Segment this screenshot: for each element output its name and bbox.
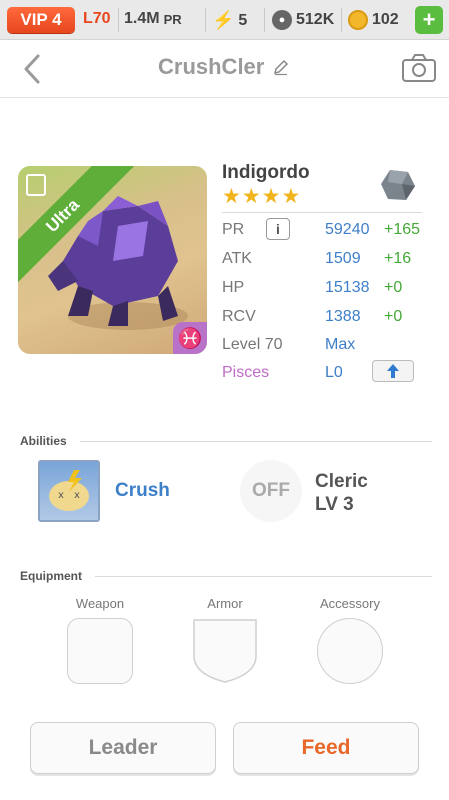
energy-value: 5 bbox=[238, 11, 248, 29]
coin-counter[interactable]: 102 bbox=[348, 10, 399, 30]
primary-ability-name[interactable]: Crush bbox=[115, 480, 170, 502]
secondary-ability-toggle[interactable]: OFF bbox=[240, 460, 302, 522]
arrow-up-icon bbox=[387, 364, 399, 378]
crush-ability-icon[interactable]: x x bbox=[38, 460, 100, 522]
back-button[interactable] bbox=[18, 52, 48, 86]
armor-slot[interactable] bbox=[192, 618, 258, 684]
stat-value-pisces: L0 bbox=[325, 364, 343, 381]
pisces-icon: ♓ bbox=[173, 322, 207, 354]
vip-badge[interactable]: VIP 4 bbox=[7, 7, 75, 33]
lightning-icon: ⚡ bbox=[212, 10, 235, 30]
stat-label-pr: PR bbox=[222, 221, 245, 238]
divider bbox=[222, 212, 422, 213]
status-bar: VIP 4 L70 1.4M PR ⚡ 5 ● 512K 102 + bbox=[0, 0, 449, 40]
stat-value-rcv: 1388 bbox=[325, 308, 361, 325]
stat-bonus-pr: +165 bbox=[384, 221, 421, 238]
divider bbox=[95, 576, 432, 577]
leader-button[interactable]: Leader bbox=[30, 722, 216, 774]
paw-value: 512K bbox=[296, 11, 335, 28]
divider bbox=[205, 8, 206, 32]
weapon-slot[interactable] bbox=[67, 618, 133, 684]
stat-value-hp: 15138 bbox=[325, 279, 370, 296]
secondary-ability-name: Cleric bbox=[315, 471, 368, 492]
stat-value-atk: 1509 bbox=[325, 250, 361, 267]
stat-value-pr: 59240 bbox=[325, 221, 370, 238]
divider bbox=[80, 441, 432, 442]
title-group[interactable]: CrushCler bbox=[158, 54, 290, 80]
camera-icon bbox=[402, 54, 436, 82]
off-label: OFF bbox=[252, 480, 290, 501]
camera-button[interactable] bbox=[401, 52, 437, 84]
divider bbox=[341, 8, 342, 32]
stat-label-atk: ATK bbox=[222, 250, 252, 267]
stat-label-pisces: Pisces bbox=[222, 364, 270, 381]
stat-bonus-hp: +0 bbox=[384, 279, 403, 296]
add-currency-button[interactable]: + bbox=[415, 6, 443, 34]
power-unit: PR bbox=[163, 11, 182, 27]
upgrade-button[interactable] bbox=[372, 360, 414, 382]
paw-counter[interactable]: ● 512K bbox=[272, 10, 334, 30]
chevron-left-icon bbox=[24, 54, 40, 84]
monster-portrait[interactable]: Ultra ♓ bbox=[18, 166, 207, 354]
element-gem-icon bbox=[380, 168, 416, 202]
stat-value-level: Max bbox=[325, 336, 356, 353]
abilities-heading: Abilities bbox=[20, 434, 67, 448]
stat-bonus-rcv: +0 bbox=[384, 308, 403, 325]
dizzy-face-icon: x x bbox=[49, 470, 89, 511]
star-rating: ★★★★ bbox=[222, 185, 302, 208]
coin-value: 102 bbox=[372, 11, 399, 28]
stat-bonus-atk: +16 bbox=[384, 250, 412, 267]
equipment-heading: Equipment bbox=[20, 569, 82, 583]
paw-icon: ● bbox=[272, 10, 292, 30]
armor-label: Armor bbox=[207, 596, 243, 611]
svg-text:x: x bbox=[58, 490, 64, 501]
stat-label-hp: HP bbox=[222, 279, 245, 296]
page-title: CrushCler bbox=[158, 54, 265, 79]
stat-label-level: Level 70 bbox=[222, 336, 283, 353]
monster-name: Indigordo bbox=[222, 162, 310, 183]
coin-icon bbox=[348, 10, 368, 30]
weapon-label: Weapon bbox=[75, 596, 125, 611]
feed-button[interactable]: Feed bbox=[233, 722, 419, 774]
secondary-ability-info: Cleric LV 3 bbox=[315, 470, 368, 516]
stat-label-rcv: RCV bbox=[222, 308, 256, 325]
divider bbox=[118, 8, 119, 32]
info-button[interactable]: i bbox=[266, 218, 290, 240]
title-bar: CrushCler bbox=[0, 40, 449, 98]
player-level: L70 bbox=[83, 10, 111, 27]
svg-text:x: x bbox=[74, 490, 80, 501]
player-power: 1.4M PR bbox=[124, 10, 182, 28]
secondary-ability-level: LV 3 bbox=[315, 494, 354, 515]
pencil-icon[interactable] bbox=[272, 58, 290, 76]
divider bbox=[264, 8, 265, 32]
card-list-icon bbox=[26, 174, 46, 196]
accessory-slot[interactable] bbox=[317, 618, 383, 684]
energy-counter[interactable]: ⚡ 5 bbox=[212, 10, 247, 31]
accessory-label: Accessory bbox=[320, 596, 380, 611]
power-value: 1.4M bbox=[124, 10, 160, 27]
shield-slot-icon bbox=[193, 619, 257, 683]
